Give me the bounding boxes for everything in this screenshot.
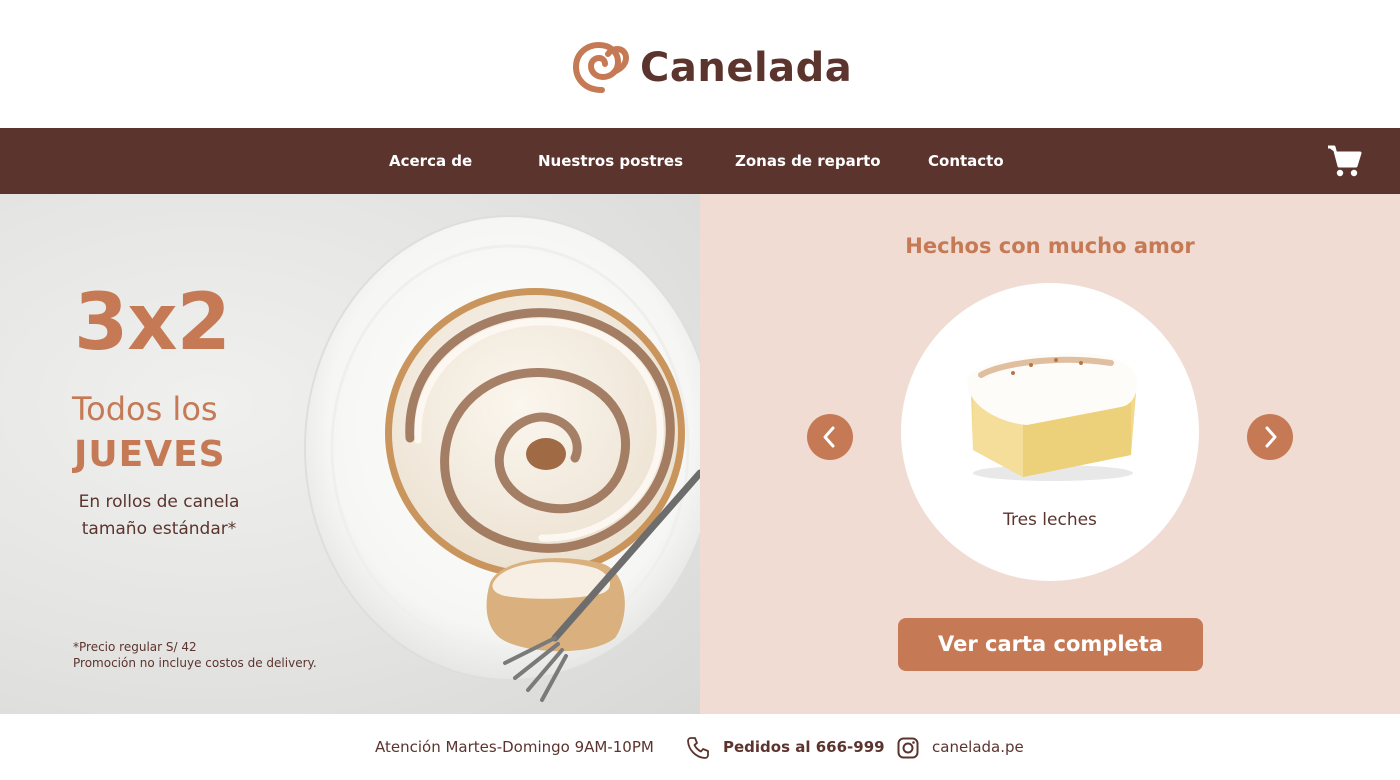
dessert-carousel: Hechos con mucho amor Tres leches Ver ca… (700, 194, 1400, 714)
main-nav: Acerca de Nuestros postres Zonas de repa… (0, 128, 1400, 194)
instagram-handle-link[interactable]: canelada.pe (932, 738, 1024, 756)
carousel-prev-button[interactable] (807, 414, 853, 460)
logo[interactable]: Canelada (572, 38, 852, 98)
promo-subtitle: En rollos de canela tamaño estándar* (78, 492, 240, 539)
carousel-next-button[interactable] (1247, 414, 1293, 460)
orders-phone[interactable]: Pedidos al 666-999 (723, 738, 885, 756)
promo-line-2: JUEVES (74, 434, 226, 475)
header: Canelada (0, 0, 1400, 128)
promo-line-1: Todos los (72, 390, 218, 428)
chevron-right-icon (1265, 426, 1277, 448)
brand-name: Canelada (640, 45, 853, 91)
carousel-title: Hechos con mucho amor (905, 234, 1195, 258)
carousel-item-name: Tres leches (1003, 510, 1097, 530)
full-menu-button[interactable]: Ver carta completa (898, 618, 1203, 671)
phone-icon (687, 737, 709, 759)
promo-headline: 3x2 (74, 278, 231, 368)
cinnamon-swirl-logo-icon (572, 41, 630, 93)
nav-item-acerca[interactable]: Acerca de (389, 128, 472, 194)
nav-item-postres[interactable]: Nuestros postres (538, 128, 683, 194)
opening-hours: Atención Martes-Domingo 9AM-10PM (375, 738, 654, 756)
chevron-left-icon (823, 426, 835, 448)
tres-leches-image (967, 353, 1137, 481)
nav-item-contacto[interactable]: Contacto (928, 128, 1004, 194)
promo-note-price: *Precio regular S/ 42 (73, 640, 197, 654)
nav-item-zonas[interactable]: Zonas de reparto (735, 128, 881, 194)
cinnamon-roll-image (304, 215, 700, 702)
shopping-cart-icon[interactable] (1326, 144, 1362, 178)
promo-note-delivery: Promoción no incluye costos de delivery. (73, 656, 317, 670)
promo-banner: 3x2 Todos los JUEVES En rollos de canela… (0, 194, 700, 714)
footer: Atención Martes-Domingo 9AM-10PM Pedidos… (0, 714, 1400, 780)
carousel-item-card[interactable]: Tres leches (901, 283, 1199, 581)
instagram-icon[interactable] (896, 736, 920, 760)
